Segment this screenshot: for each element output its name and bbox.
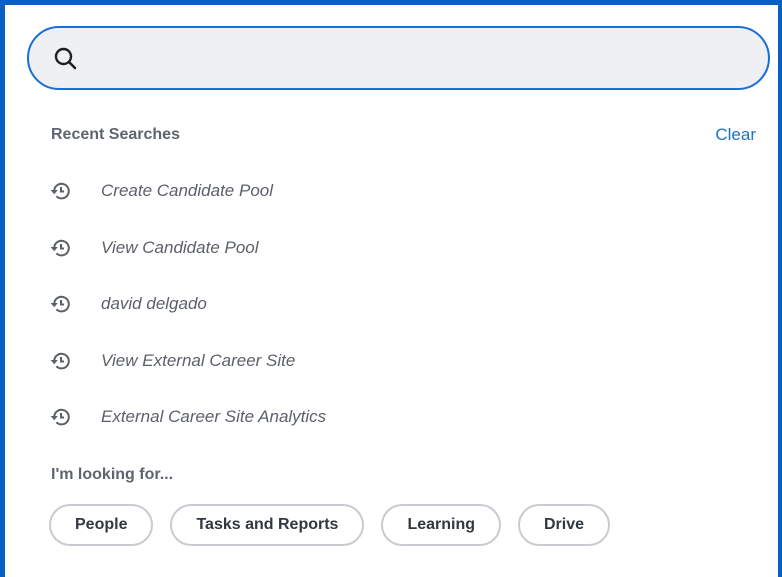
recent-search-item[interactable]: david delgado [49,276,326,333]
history-icon [49,179,73,203]
recent-search-label: View Candidate Pool [101,237,259,257]
search-input[interactable] [95,40,739,78]
recent-search-label: View External Career Site [101,350,296,370]
chip-learning[interactable]: Learning [381,504,501,546]
recent-search-item[interactable]: Create Candidate Pool [49,163,326,220]
history-icon [49,349,73,373]
recent-search-item[interactable]: View External Career Site [49,333,326,390]
search-icon [53,46,79,72]
history-icon [49,236,73,260]
search-panel: Recent Searches Clear Create Candidate P… [0,0,782,577]
recent-search-label: External Career Site Analytics [101,407,327,427]
search-box[interactable] [27,26,770,90]
history-icon [49,405,73,429]
recent-search-label: david delgado [101,294,207,314]
history-icon [49,292,73,316]
recent-searches-title: Recent Searches [51,126,180,143]
looking-for-title: I'm looking for... [51,466,174,483]
category-chips: People Tasks and Reports Learning Drive [49,504,627,546]
chip-tasks-and-reports[interactable]: Tasks and Reports [170,504,365,546]
recent-search-item[interactable]: External Career Site Analytics [49,389,326,446]
recent-search-label: Create Candidate Pool [101,181,274,201]
recent-searches-list: Create Candidate Pool View Candidate Poo… [49,163,326,446]
chip-people[interactable]: People [49,504,154,546]
recent-search-item[interactable]: View Candidate Pool [49,220,326,277]
chip-drive[interactable]: Drive [518,504,611,546]
clear-link[interactable]: Clear [715,125,756,145]
